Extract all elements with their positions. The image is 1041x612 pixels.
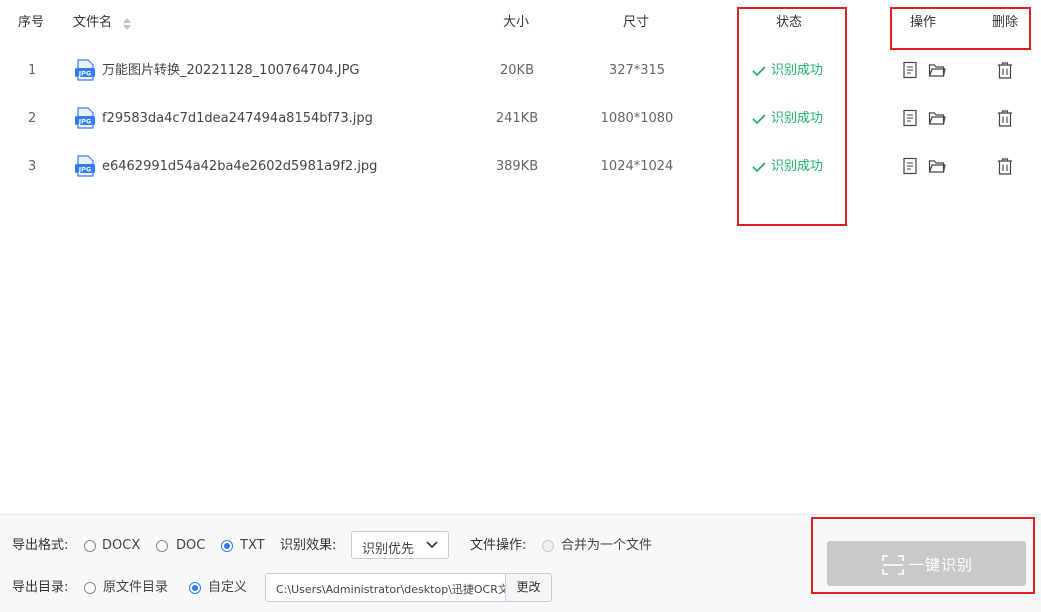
row-size: 389KB [495,159,539,174]
format-label-txt[interactable]: TXT [240,538,265,554]
format-radio-docx[interactable] [84,540,96,552]
jpg-file-icon: JPG [75,59,95,81]
jpg-file-icon: JPG [75,155,95,177]
format-radio-txt[interactable] [221,540,233,552]
sort-icon[interactable] [122,17,132,31]
row-index: 3 [28,159,37,174]
row-filename: f29583da4c7d1dea247494a8154bf73.jpg [102,111,373,126]
open-folder-icon[interactable] [928,157,946,175]
jpg-file-icon: JPG [75,107,95,129]
row-status: 识别成功 [752,159,823,175]
dir-label-custom[interactable]: 自定义 [208,580,247,596]
table-row: 2 JPG f29583da4c7d1dea247494a8154bf73.jp… [0,95,1041,143]
row-status-text: 识别成功 [771,63,824,78]
effect-select[interactable]: 识别优先 [351,531,449,559]
view-document-icon[interactable] [901,157,919,175]
format-label-doc[interactable]: DOC [176,538,205,554]
row-status-text: 识别成功 [771,111,824,126]
table-row: 3 JPG e6462991d54a42ba4e2602d5981a9f2.jp… [0,143,1041,191]
ocr-button-label: 一键识别 [909,556,974,574]
header-dimensions: 尺寸 [623,15,650,30]
scan-icon [882,555,904,575]
row-status: 识别成功 [752,111,823,127]
table-row: 1 JPG 万能图片转换_20221128_100764704.JPG 20KB… [0,47,1041,95]
trash-icon[interactable] [996,109,1014,127]
trash-icon[interactable] [996,157,1014,175]
options-footer: 导出格式: DOCX DOC TXT 识别效果: 识别优先 文件操作: 合并为一… [0,514,1041,612]
row-dimensions: 1080*1080 [600,111,674,126]
header-filename[interactable]: 文件名 [73,15,112,31]
row-filename: e6462991d54a42ba4e2602d5981a9f2.jpg [102,159,378,174]
row-dimensions: 327*315 [608,63,666,78]
export-dir-label: 导出目录: [12,580,69,595]
export-format-label: 导出格式: [12,538,69,553]
open-folder-icon[interactable] [928,109,946,127]
row-status-text: 识别成功 [771,159,824,174]
row-size: 20KB [500,63,534,78]
header-delete: 删除 [992,15,1019,30]
file-op-label: 文件操作: [470,538,527,553]
row-size: 241KB [495,111,539,126]
one-click-ocr-button[interactable]: 一键识别 [827,541,1026,586]
change-path-button[interactable]: 更改 [505,574,551,601]
output-path-field[interactable]: C:\Users\Administrator\desktop\迅捷OCR文 更改 [265,573,552,602]
row-filename: 万能图片转换_20221128_100764704.JPG [102,63,360,78]
view-document-icon[interactable] [901,61,919,79]
chevron-down-icon [426,541,438,549]
check-icon [752,161,766,172]
effect-select-value: 识别优先 [362,542,415,557]
jpg-badge-text: JPG [78,69,92,77]
merge-file-radio[interactable] [542,540,554,552]
trash-icon[interactable] [996,61,1014,79]
dir-radio-custom[interactable] [189,582,201,594]
view-document-icon[interactable] [901,109,919,127]
jpg-badge-text: JPG [78,117,92,125]
check-icon [752,65,766,76]
merge-file-label[interactable]: 合并为一个文件 [561,538,652,554]
output-path-text: C:\Users\Administrator\desktop\迅捷OCR文 [276,583,508,596]
row-dimensions: 1024*1024 [600,159,674,174]
dir-radio-original[interactable] [84,582,96,594]
row-index: 1 [28,63,37,78]
effect-label: 识别效果: [280,538,337,553]
header-size: 大小 [503,15,530,30]
row-index: 2 [28,111,37,126]
header-status: 状态 [776,15,803,30]
open-folder-icon[interactable] [928,61,946,79]
header-index: 序号 [18,15,45,30]
dir-label-original[interactable]: 原文件目录 [103,580,168,596]
table-header: 序号 文件名 大小 尺寸 状态 操作 删除 [0,0,1041,46]
jpg-badge-text: JPG [78,165,92,173]
header-actions: 操作 [910,15,937,30]
row-status: 识别成功 [752,63,823,79]
check-icon [752,113,766,124]
format-radio-doc[interactable] [156,540,168,552]
format-label-docx[interactable]: DOCX [102,538,140,554]
